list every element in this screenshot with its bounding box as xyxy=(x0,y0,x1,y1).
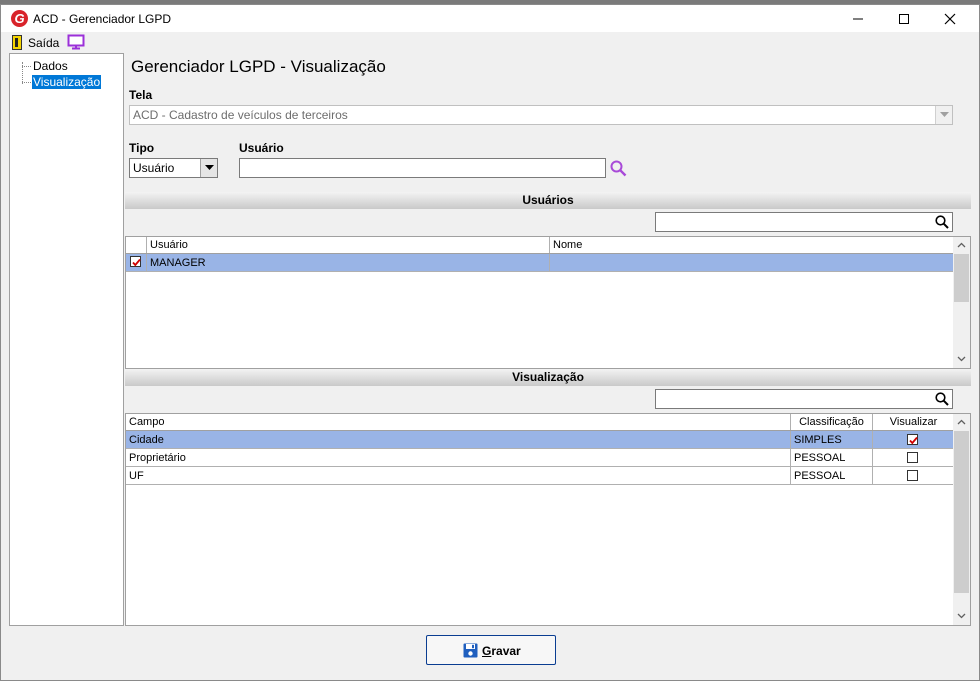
page-title: Gerenciador LGPD - Visualização xyxy=(131,57,386,76)
cell-visualizar[interactable] xyxy=(873,431,955,448)
users-filter-input[interactable] xyxy=(655,212,953,232)
visualizar-checkbox[interactable] xyxy=(907,434,918,445)
cell-campo: Cidade xyxy=(126,431,791,448)
table-row[interactable]: UF PESSOAL xyxy=(126,467,955,485)
users-table-scrollbar[interactable] xyxy=(953,237,970,368)
close-button[interactable] xyxy=(927,5,973,32)
users-section-header: Usuários xyxy=(125,192,971,209)
toolbar: Saída xyxy=(1,32,979,54)
column-header-classificacao[interactable]: Classificação xyxy=(791,414,873,430)
column-header-visualizar[interactable]: Visualizar xyxy=(873,414,955,430)
tela-dropdown-button[interactable] xyxy=(935,106,952,124)
visualization-section-header: Visualização xyxy=(125,369,971,386)
check-icon xyxy=(132,258,141,267)
chevron-down-icon xyxy=(940,112,949,117)
window-title: ACD - Gerenciador LGPD xyxy=(33,12,172,26)
tela-select-value: ACD - Cadastro de veículos de terceiros xyxy=(133,108,348,122)
sidebar-item-dados[interactable]: Dados xyxy=(32,59,69,73)
table-row[interactable]: Cidade SIMPLES xyxy=(126,431,955,449)
scroll-up-button[interactable] xyxy=(953,237,970,254)
table-row[interactable]: Proprietário PESSOAL xyxy=(126,449,955,467)
app-logo-icon: G xyxy=(11,10,28,27)
title-bar: G ACD - Gerenciador LGPD xyxy=(1,5,979,32)
table-row[interactable]: MANAGER xyxy=(126,254,955,272)
save-button[interactable]: Gravar xyxy=(426,635,556,665)
cell-classificacao: PESSOAL xyxy=(791,467,873,484)
tela-label: Tela xyxy=(129,88,153,102)
check-icon xyxy=(909,436,918,445)
chevron-down-icon xyxy=(205,165,214,170)
tipo-label: Tipo xyxy=(129,141,155,155)
tipo-dropdown-button[interactable] xyxy=(200,159,217,177)
main-content: Gerenciador LGPD - Visualização Tela ACD… xyxy=(124,53,971,626)
floppy-disk-icon xyxy=(463,643,478,658)
visualizar-checkbox[interactable] xyxy=(907,452,918,463)
cell-visualizar[interactable] xyxy=(873,449,955,466)
close-icon xyxy=(944,13,956,25)
usuario-label: Usuário xyxy=(239,141,284,155)
visualization-filter-input[interactable] xyxy=(655,389,953,409)
usuario-input[interactable] xyxy=(239,158,606,178)
search-icon[interactable] xyxy=(610,160,627,177)
sidebar-item-visualizacao[interactable]: Visualização xyxy=(32,75,102,89)
tipo-select-value: Usuário xyxy=(133,161,175,175)
column-header-usuario[interactable]: Usuário xyxy=(147,237,550,253)
maximize-icon xyxy=(899,14,909,24)
sidebar-tree: Dados Visualização xyxy=(9,53,124,626)
chevron-up-icon xyxy=(957,419,966,425)
cell-campo: UF xyxy=(126,467,791,484)
tree-connector xyxy=(22,82,31,83)
scroll-down-button[interactable] xyxy=(953,608,970,625)
tipo-select[interactable]: Usuário xyxy=(129,158,218,178)
tree-connector xyxy=(22,66,31,67)
cell-nome xyxy=(550,254,955,271)
column-header-nome[interactable]: Nome xyxy=(550,237,955,253)
chevron-up-icon xyxy=(957,242,966,248)
visualizar-checkbox[interactable] xyxy=(907,470,918,481)
minimize-icon xyxy=(853,18,863,20)
search-icon[interactable] xyxy=(935,215,949,229)
users-table: Usuário Nome MANAGER xyxy=(125,236,971,369)
chevron-down-icon xyxy=(957,613,966,619)
column-header-check xyxy=(126,237,147,253)
column-header-campo[interactable]: Campo xyxy=(126,414,791,430)
cell-usuario: MANAGER xyxy=(147,254,550,271)
search-icon[interactable] xyxy=(935,392,949,406)
scroll-thumb[interactable] xyxy=(954,254,969,302)
cell-campo: Proprietário xyxy=(126,449,791,466)
save-button-label: Gravar xyxy=(482,644,521,658)
scroll-down-button[interactable] xyxy=(953,351,970,368)
visualization-table-scrollbar[interactable] xyxy=(953,414,970,625)
main-window: G ACD - Gerenciador LGPD Saída Dados Vis… xyxy=(0,4,980,681)
exit-button-label[interactable]: Saída xyxy=(28,36,59,50)
users-table-header: Usuário Nome xyxy=(126,237,955,254)
scroll-thumb[interactable] xyxy=(954,431,969,593)
minimize-button[interactable] xyxy=(835,5,881,32)
tela-select[interactable]: ACD - Cadastro de veículos de terceiros xyxy=(129,105,953,125)
chevron-down-icon xyxy=(957,356,966,362)
cell-classificacao: PESSOAL xyxy=(791,449,873,466)
scroll-up-button[interactable] xyxy=(953,414,970,431)
visualization-table: Campo Classificação Visualizar Cidade SI… xyxy=(125,413,971,626)
exit-icon[interactable] xyxy=(12,35,22,50)
row-check-cell[interactable] xyxy=(126,254,147,271)
monitor-icon[interactable] xyxy=(67,34,85,50)
visualization-table-header: Campo Classificação Visualizar xyxy=(126,414,955,431)
cell-visualizar[interactable] xyxy=(873,467,955,484)
row-checkbox[interactable] xyxy=(130,256,141,267)
cell-classificacao: SIMPLES xyxy=(791,431,873,448)
maximize-button[interactable] xyxy=(881,5,927,32)
